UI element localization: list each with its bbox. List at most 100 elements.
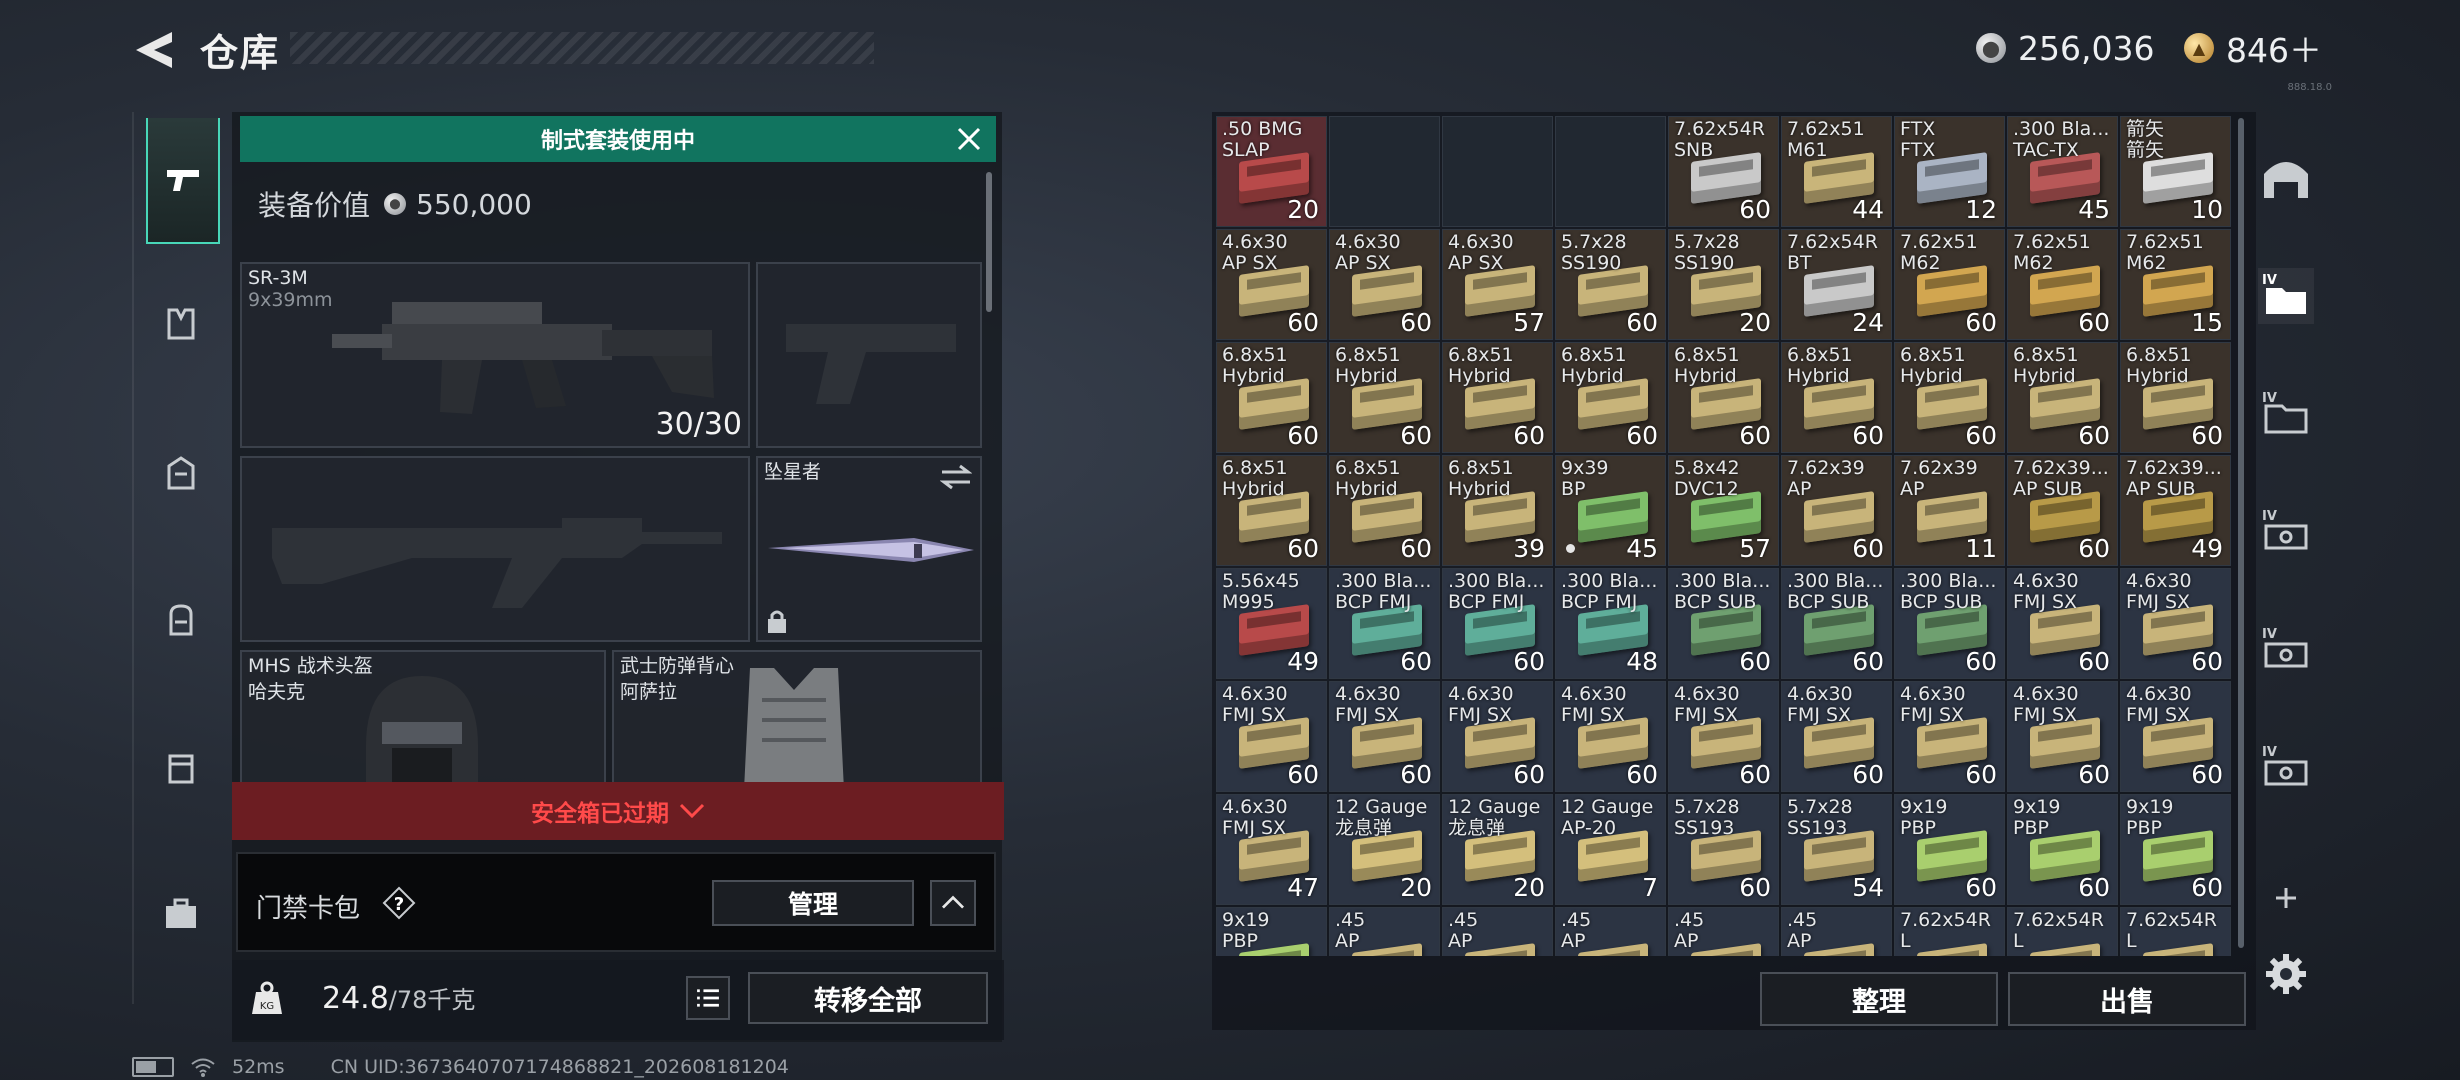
- melee-slot[interactable]: 坠星者: [756, 456, 982, 642]
- storage-item[interactable]: 9x39 BP 45: [1555, 455, 1666, 566]
- armor-slot[interactable]: 武士防弹背心 阿萨拉: [612, 650, 982, 790]
- storage-item[interactable]: 4.6x30 FMJ SX 60: [1442, 681, 1553, 792]
- storage-item[interactable]: 5.7x28 SS190 20: [1668, 229, 1779, 340]
- storage-item[interactable]: 7.62x39... AP SUB 49: [2120, 455, 2231, 566]
- storage-item[interactable]: 6.8x51 Hybrid 60: [1555, 342, 1666, 453]
- storage-item[interactable]: .50 BMG SLAP 20: [1216, 116, 1327, 227]
- storage-item[interactable]: 4.6x30 FMJ SX 60: [1668, 681, 1779, 792]
- tab-all-storage[interactable]: [2258, 150, 2314, 206]
- storage-item[interactable]: 7.62x54R L: [2007, 907, 2118, 956]
- storage-item[interactable]: 4.6x30 FMJ SX 60: [1329, 681, 1440, 792]
- storage-item[interactable]: .300 Bla... BCP FMJ 60: [1329, 568, 1440, 679]
- storage-item[interactable]: 6.8x51 Hybrid 60: [2007, 342, 2118, 453]
- tab-storage-1[interactable]: IV: [2258, 268, 2314, 324]
- tab-chest-rig[interactable]: [146, 412, 216, 536]
- storage-item[interactable]: 6.8x51 Hybrid 39: [1442, 455, 1553, 566]
- primary-weapon-slot[interactable]: SR-3M 9x39mm 30/30: [240, 262, 750, 448]
- storage-item[interactable]: 6.8x51 Hybrid 60: [1668, 342, 1779, 453]
- tab-storage-4[interactable]: IV: [2258, 622, 2314, 678]
- storage-item[interactable]: 4.6x30 FMJ SX 60: [2007, 681, 2118, 792]
- list-view-icon[interactable]: [686, 976, 730, 1020]
- tab-weapon[interactable]: [146, 118, 220, 244]
- storage-item[interactable]: 6.8x51 Hybrid 60: [1894, 342, 2005, 453]
- storage-item[interactable]: 4.6x30 FMJ SX 60: [2120, 681, 2231, 792]
- storage-item[interactable]: 7.62x54R L: [2120, 907, 2231, 956]
- help-icon[interactable]: ?: [382, 886, 416, 920]
- storage-item[interactable]: 7.62x51 M62 60: [1894, 229, 2005, 340]
- close-icon[interactable]: [950, 120, 988, 158]
- storage-cell-empty[interactable]: [1442, 116, 1553, 227]
- chevron-up-icon[interactable]: [930, 880, 976, 926]
- storage-item[interactable]: 4.6x30 FMJ SX 47: [1216, 794, 1327, 905]
- storage-item[interactable]: 9x19 PBP 60: [1894, 794, 2005, 905]
- storage-item[interactable]: FTX FTX 12: [1894, 116, 2005, 227]
- storage-item[interactable]: 4.6x30 FMJ SX 60: [1216, 681, 1327, 792]
- storage-item[interactable]: 9x19 PBP: [1216, 907, 1327, 956]
- storage-item[interactable]: .45 AP: [1555, 907, 1666, 956]
- sell-button[interactable]: 出售: [2008, 972, 2246, 1026]
- storage-item[interactable]: 6.8x51 Hybrid 60: [1216, 455, 1327, 566]
- storage-item[interactable]: 4.6x30 FMJ SX 60: [1555, 681, 1666, 792]
- sort-button[interactable]: 整理: [1760, 972, 1998, 1026]
- storage-item[interactable]: 12 Gauge AP-20 7: [1555, 794, 1666, 905]
- storage-item[interactable]: 箭矢 箭矢 10: [2120, 116, 2231, 227]
- storage-item[interactable]: .45 AP: [1442, 907, 1553, 956]
- tab-storage-2[interactable]: IV: [2258, 386, 2314, 442]
- storage-cell-empty[interactable]: [1555, 116, 1666, 227]
- storage-item[interactable]: 5.56x45 M995 49: [1216, 568, 1327, 679]
- storage-item[interactable]: 7.62x54R SNB 60: [1668, 116, 1779, 227]
- storage-item[interactable]: 4.6x30 AP SX 60: [1329, 229, 1440, 340]
- storage-item[interactable]: 7.62x54R L: [1894, 907, 2005, 956]
- tab-vest[interactable]: [146, 262, 216, 386]
- storage-item[interactable]: 4.6x30 FMJ SX 60: [2120, 568, 2231, 679]
- storage-item[interactable]: 9x19 PBP 60: [2120, 794, 2231, 905]
- storage-item[interactable]: .300 Bla... BCP SUB 60: [1668, 568, 1779, 679]
- tab-case[interactable]: [146, 852, 216, 976]
- storage-cell-empty[interactable]: [1329, 116, 1440, 227]
- back-arrow-icon[interactable]: [132, 28, 176, 72]
- storage-item[interactable]: .300 Bla... TAC-TX 45: [2007, 116, 2118, 227]
- storage-item[interactable]: .45 AP: [1781, 907, 1892, 956]
- loadout-scrollbar[interactable]: [986, 172, 992, 312]
- storage-item[interactable]: 5.7x28 SS193 60: [1668, 794, 1779, 905]
- storage-item[interactable]: 7.62x51 M62 15: [2120, 229, 2231, 340]
- storage-item[interactable]: 7.62x51 M61 44: [1781, 116, 1892, 227]
- storage-item[interactable]: 6.8x51 Hybrid 60: [1329, 455, 1440, 566]
- storage-item[interactable]: 6.8x51 Hybrid 60: [1216, 342, 1327, 453]
- storage-item[interactable]: 6.8x51 Hybrid 60: [1781, 342, 1892, 453]
- storage-item[interactable]: 7.62x39 AP 60: [1781, 455, 1892, 566]
- storage-item[interactable]: 6.8x51 Hybrid 60: [1329, 342, 1440, 453]
- storage-item[interactable]: 7.62x54R BT 24: [1781, 229, 1892, 340]
- safe-box-expired[interactable]: 安全箱已过期: [232, 782, 1004, 840]
- storage-item[interactable]: 7.62x39... AP SUB 60: [2007, 455, 2118, 566]
- helmet-slot[interactable]: MHS 战术头盔 哈夫克: [240, 650, 606, 790]
- swap-icon[interactable]: [940, 464, 972, 490]
- tab-backpack[interactable]: [146, 558, 216, 682]
- storage-item[interactable]: 4.6x30 AP SX 57: [1442, 229, 1553, 340]
- storage-item[interactable]: 7.62x51 M62 60: [2007, 229, 2118, 340]
- storage-item[interactable]: 5.8x42 DVC12 57: [1668, 455, 1779, 566]
- storage-item[interactable]: 9x19 PBP 60: [2007, 794, 2118, 905]
- storage-item[interactable]: 4.6x30 FMJ SX 60: [2007, 568, 2118, 679]
- storage-item[interactable]: 4.6x30 FMJ SX 60: [1781, 681, 1892, 792]
- gold-currency[interactable]: ▲ 846＋: [2184, 28, 2322, 70]
- storage-item[interactable]: 5.7x28 SS193 54: [1781, 794, 1892, 905]
- storage-item[interactable]: 7.62x39 AP 11: [1894, 455, 2005, 566]
- storage-item[interactable]: 6.8x51 Hybrid 60: [2120, 342, 2231, 453]
- storage-item[interactable]: 4.6x30 AP SX 60: [1216, 229, 1327, 340]
- storage-item[interactable]: .300 Bla... BCP FMJ 60: [1442, 568, 1553, 679]
- tab-pouch[interactable]: [146, 706, 216, 830]
- transfer-all-button[interactable]: 转移全部: [748, 972, 988, 1024]
- storage-item[interactable]: .300 Bla... BCP SUB 60: [1781, 568, 1892, 679]
- storage-item[interactable]: 12 Gauge 龙息弹 20: [1442, 794, 1553, 905]
- sidearm-slot[interactable]: [756, 262, 982, 448]
- storage-item[interactable]: .300 Bla... BCP SUB 60: [1894, 568, 2005, 679]
- secondary-weapon-slot[interactable]: [240, 456, 750, 642]
- silver-currency[interactable]: ⬤ 256,036: [1976, 28, 2154, 68]
- storage-scrollbar[interactable]: [2238, 118, 2244, 948]
- tab-storage-3[interactable]: IV: [2258, 504, 2314, 560]
- storage-item[interactable]: 12 Gauge 龙息弹 20: [1329, 794, 1440, 905]
- gear-icon[interactable]: [2262, 950, 2310, 998]
- tab-storage-5[interactable]: IV: [2258, 740, 2314, 796]
- storage-item[interactable]: 5.7x28 SS190 60: [1555, 229, 1666, 340]
